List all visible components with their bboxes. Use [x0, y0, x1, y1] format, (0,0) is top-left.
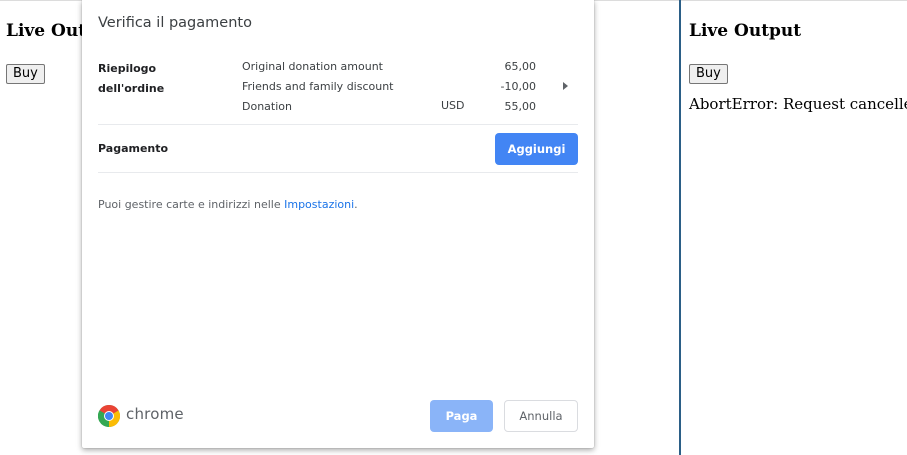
add-payment-button[interactable]: Aggiungi	[495, 133, 578, 165]
total-currency: USD	[441, 99, 465, 112]
settings-info-text: Puoi gestire carte e indirizzi nelle	[98, 198, 285, 211]
output-buy-button[interactable]: Buy	[689, 64, 728, 84]
payment-label: Pagamento	[98, 142, 169, 155]
total-amount: 55,00	[504, 100, 537, 113]
order-summary-label: Riepilogo dell'ordine	[98, 62, 165, 95]
total-label: Donation	[242, 100, 292, 113]
pay-button[interactable]: Paga	[430, 400, 493, 432]
dialog-title: Verifica il pagamento	[98, 15, 252, 31]
section-divider	[98, 172, 578, 173]
output-message: AbortError: Request cancelled	[689, 95, 907, 113]
settings-link[interactable]: Impostazioni	[284, 198, 354, 211]
line-item-label: Friends and family discount	[242, 80, 394, 93]
payment-dialog: Verifica il pagamento Riepilogo dell'ord…	[82, 0, 594, 448]
buy-button[interactable]: Buy	[6, 64, 45, 84]
expand-order-summary-icon[interactable]	[563, 82, 568, 90]
cancel-button[interactable]: Annulla	[504, 400, 578, 432]
section-divider	[98, 124, 578, 125]
output-pane: Live Output Buy AbortError: Request canc…	[681, 0, 907, 455]
settings-info: Puoi gestire carte e indirizzi nelle Imp…	[98, 198, 358, 211]
line-item-label: Original donation amount	[242, 60, 383, 73]
line-item-amount: -10,00	[500, 80, 536, 93]
output-title: Live Output	[689, 21, 802, 41]
chrome-logo-icon	[98, 405, 120, 427]
settings-info-suffix: .	[354, 198, 358, 211]
line-item-amount: 65,00	[504, 60, 537, 73]
chrome-wordmark: chrome	[126, 405, 184, 423]
